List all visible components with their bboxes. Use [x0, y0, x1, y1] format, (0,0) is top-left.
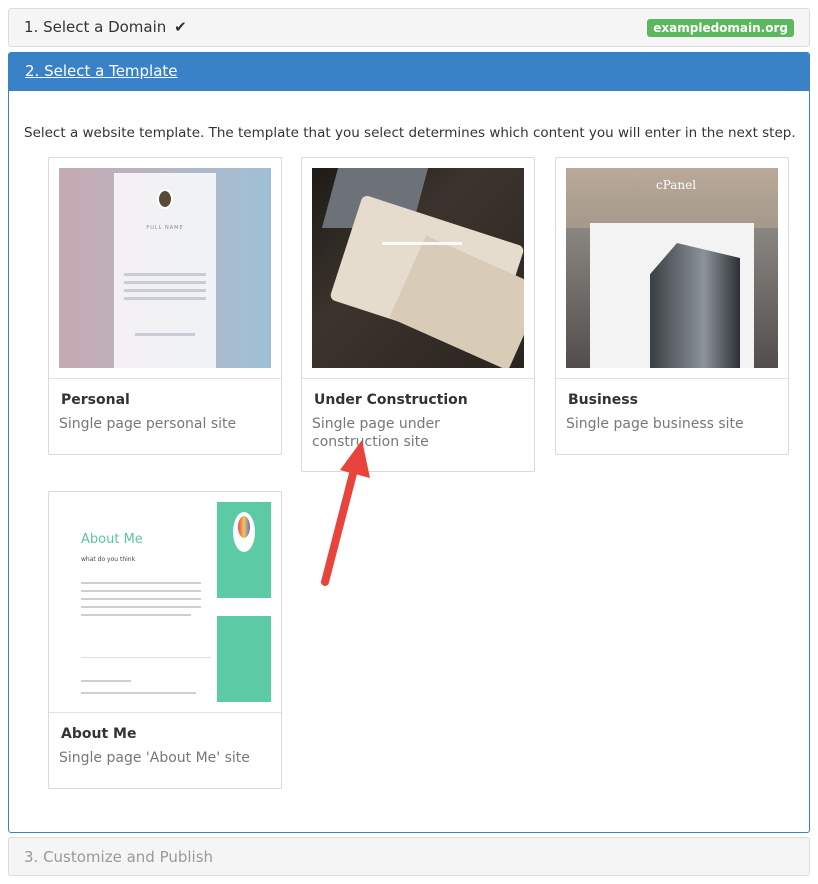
template-description: Single page personal site: [59, 416, 237, 432]
step-customize-publish-title: 3. Customize and Publish: [24, 848, 214, 866]
template-card-about-me[interactable]: About Me what do you think About Me Sing…: [48, 491, 282, 789]
template-thumbnail-about-me: About Me what do you think: [59, 502, 271, 702]
template-card-under-construction[interactable]: Under Construction Single page under con…: [301, 157, 535, 472]
template-instructions: Select a website template. The template …: [24, 125, 796, 141]
template-name: Business: [568, 392, 638, 408]
template-name: Under Construction: [314, 392, 468, 408]
template-card-business[interactable]: cPanel Business Single page business sit…: [555, 157, 789, 455]
personal-full-name: FULL NAME: [146, 225, 184, 231]
template-description: Single page business site: [566, 416, 744, 432]
step-select-domain-title: 1. Select a Domain ✔: [24, 18, 187, 36]
about-thumbnail-subheading: what do you think: [81, 556, 136, 563]
domain-badge: exampledomain.org: [647, 19, 794, 37]
step-select-domain-label: 1. Select a Domain: [24, 18, 167, 36]
template-card-personal[interactable]: FULL NAME Personal Single page personal …: [48, 157, 282, 455]
template-thumbnail-under-construction: [312, 168, 524, 368]
step-customize-publish[interactable]: 3. Customize and Publish: [8, 837, 810, 876]
business-logo: cPanel: [656, 178, 697, 192]
template-thumbnail-business: cPanel: [566, 168, 778, 368]
step-select-template-header: 2. Select a Template: [9, 53, 809, 91]
template-description: Single page 'About Me' site: [59, 750, 250, 766]
about-thumbnail-heading: About Me: [81, 532, 143, 547]
template-thumbnail-personal: FULL NAME: [59, 168, 271, 368]
step-select-template-title[interactable]: 2. Select a Template: [25, 62, 178, 80]
template-name: About Me: [61, 726, 137, 742]
step-select-domain[interactable]: 1. Select a Domain ✔ exampledomain.org: [8, 8, 810, 47]
template-name: Personal: [61, 392, 130, 408]
template-description: Single page under construction site: [312, 416, 440, 450]
step-select-template-panel: 2. Select a Template Select a website te…: [8, 52, 810, 833]
avatar: [157, 189, 173, 209]
check-icon: ✔: [174, 18, 187, 36]
